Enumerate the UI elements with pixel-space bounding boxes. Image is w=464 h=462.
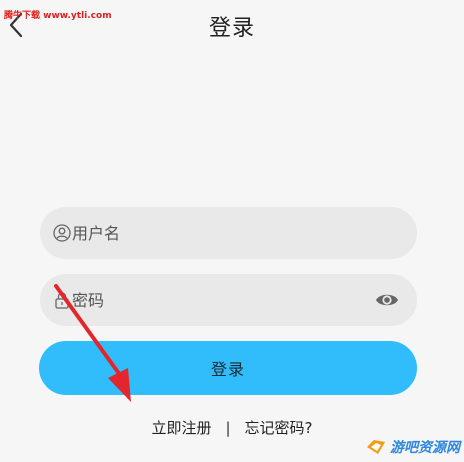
user-icon bbox=[53, 224, 71, 242]
eye-icon bbox=[376, 294, 398, 306]
username-input[interactable] bbox=[72, 207, 372, 259]
username-field bbox=[40, 207, 417, 259]
page-title: 登录 bbox=[208, 16, 255, 41]
register-link[interactable]: 立即注册 bbox=[151, 419, 211, 437]
toggle-password-visibility-button[interactable] bbox=[375, 289, 399, 311]
header: 腾牛下载 www.ytli.com 登录 bbox=[0, 0, 464, 48]
password-input[interactable] bbox=[72, 274, 372, 326]
lock-icon bbox=[55, 292, 69, 309]
login-button[interactable]: 登录 bbox=[39, 341, 417, 395]
logo-icon bbox=[367, 440, 385, 454]
link-separator: | bbox=[225, 419, 231, 437]
watermark-bottom: 游吧资源网 bbox=[365, 436, 460, 458]
forgot-password-link[interactable]: 忘记密码? bbox=[245, 419, 313, 437]
watermark-bottom-text: 游吧资源网 bbox=[390, 440, 460, 456]
password-field bbox=[40, 274, 417, 326]
